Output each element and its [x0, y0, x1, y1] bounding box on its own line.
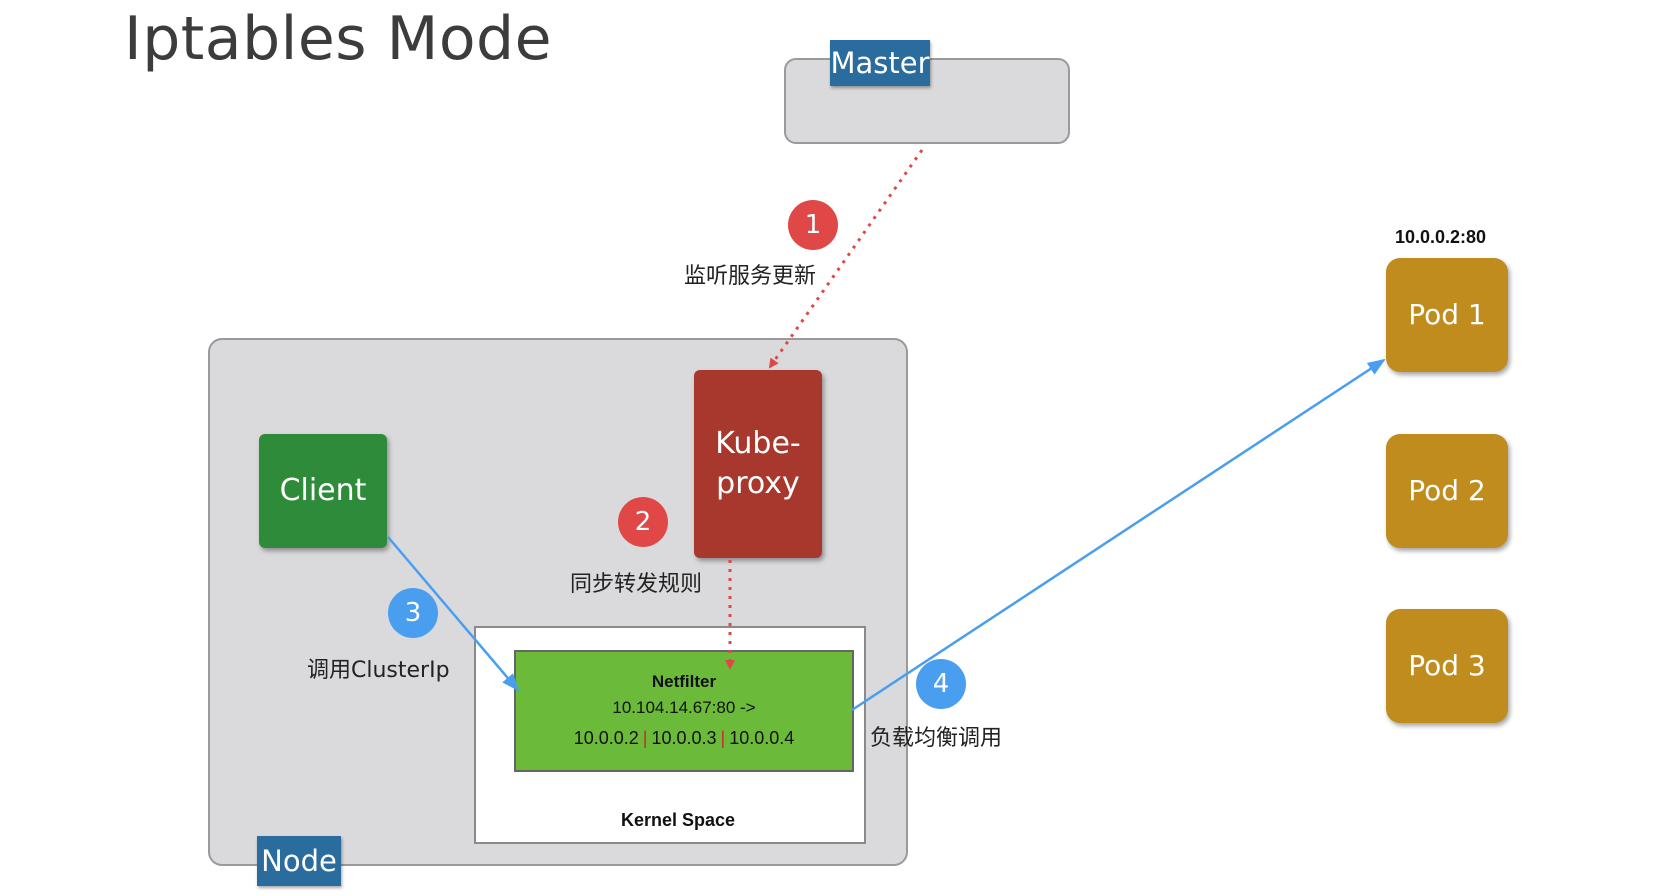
- step-3-label: 调用ClusterIp: [307, 658, 450, 683]
- step-4-marker: 4: [916, 659, 966, 709]
- step-1-label: 监听服务更新: [684, 264, 817, 289]
- step-2-marker: 2: [618, 497, 668, 547]
- step-4-label: 负载均衡调用: [870, 726, 1003, 751]
- step-3-marker: 3: [388, 588, 438, 638]
- connector-arrows: [387, 149, 1386, 712]
- step-2-label: 同步转发规则: [570, 572, 703, 597]
- step-1-marker: 1: [788, 200, 838, 250]
- arrow-netfilter-to-pod-1: [851, 358, 1386, 712]
